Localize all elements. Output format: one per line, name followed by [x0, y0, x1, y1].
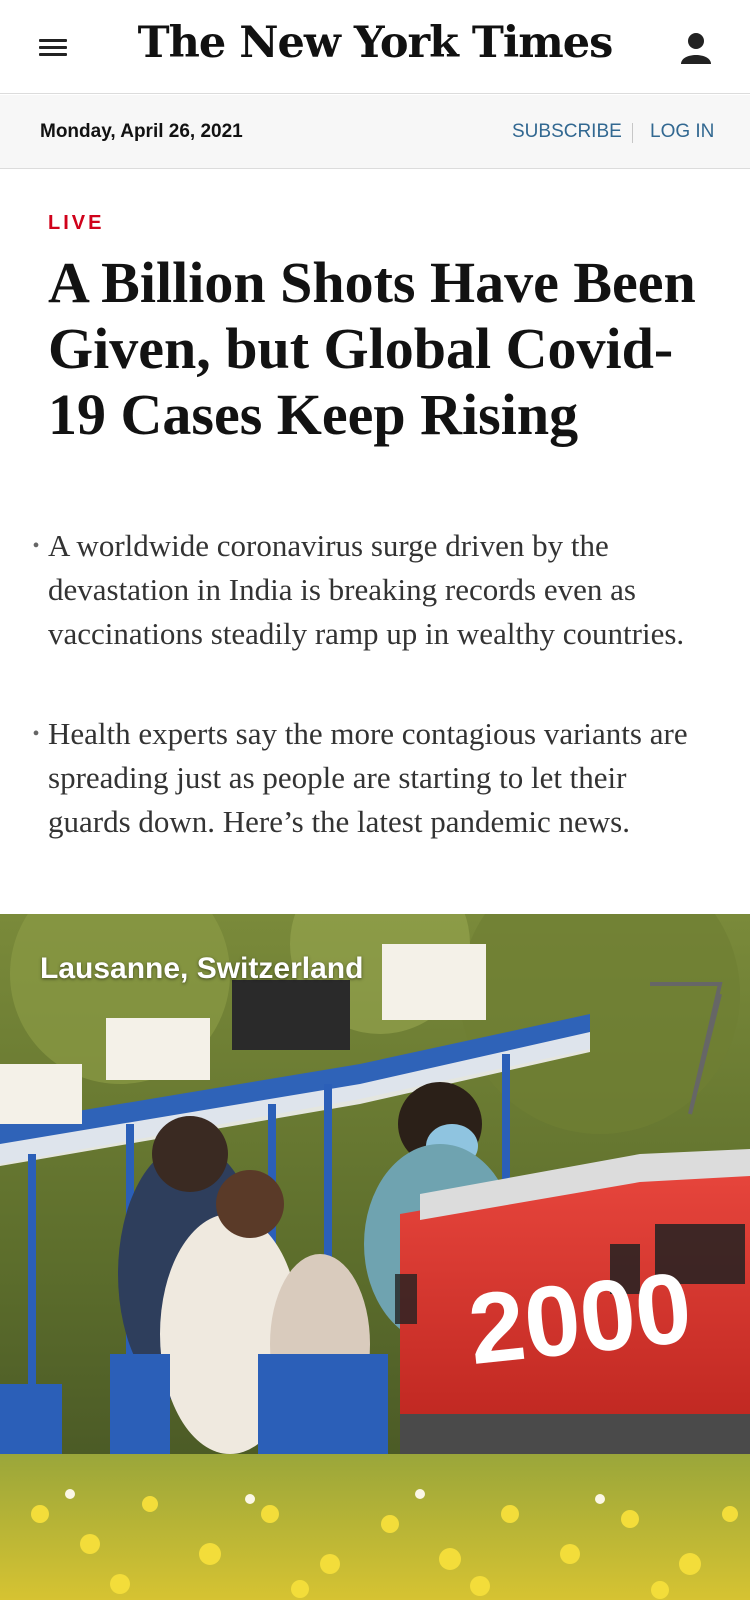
- article-headline[interactable]: A Billion Shots Have Been Given, but Glo…: [48, 250, 708, 448]
- login-link[interactable]: LOG IN: [650, 121, 714, 143]
- date-bar: Monday, April 26, 2021 SUBSCRIBE LOG IN: [0, 95, 750, 169]
- link-divider: [632, 123, 633, 143]
- bullet-icon: •: [32, 535, 40, 557]
- subscribe-link[interactable]: SUBSCRIBE: [512, 121, 622, 143]
- bullet-icon: •: [32, 723, 40, 745]
- locomotive-number: 2000: [463, 1251, 696, 1386]
- top-bar: The New York Times: [0, 0, 750, 94]
- live-label: LIVE: [48, 212, 105, 234]
- article-photo[interactable]: 2000: [0, 914, 750, 1600]
- user-icon[interactable]: [678, 30, 714, 66]
- current-date: Monday, April 26, 2021: [40, 121, 243, 142]
- summary-text: Health experts say the more contagious v…: [48, 716, 688, 839]
- photo-location-caption: Lausanne, Switzerland: [40, 952, 364, 985]
- masthead-logo[interactable]: The New York Times: [0, 18, 750, 68]
- summary-text: A worldwide coronavirus surge driven by …: [48, 528, 685, 651]
